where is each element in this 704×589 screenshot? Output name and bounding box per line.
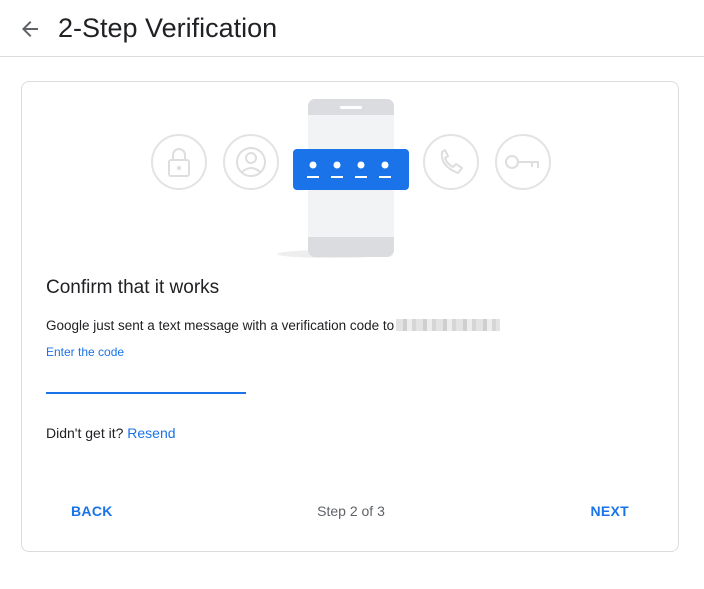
verification-illustration [151, 99, 551, 258]
app-header: 2-Step Verification [0, 0, 704, 57]
description-text: Google just sent a text message with a v… [46, 318, 395, 333]
verification-code-input[interactable] [46, 362, 246, 394]
redacted-phone-number [396, 319, 501, 331]
account-icon [223, 134, 279, 190]
step-indicator: Step 2 of 3 [317, 503, 385, 519]
back-arrow-icon[interactable] [18, 17, 42, 41]
code-pill [293, 149, 409, 190]
card-heading: Confirm that it works [46, 277, 220, 298]
lock-icon [151, 134, 207, 190]
back-button[interactable]: BACK [71, 503, 113, 519]
page-title: 2-Step Verification [58, 13, 278, 43]
verification-card: Confirm that it works Google just sent a… [21, 81, 679, 552]
sms-description: Google just sent a text message with a v… [46, 318, 501, 333]
phone-call-icon [423, 134, 479, 190]
resend-link[interactable]: Resend [127, 425, 175, 441]
resend-row: Didn't get it? Resend [46, 425, 176, 441]
resend-prompt: Didn't get it? [46, 425, 124, 441]
code-field-label: Enter the code [46, 345, 125, 359]
next-button[interactable]: NEXT [590, 503, 629, 519]
key-icon [495, 134, 551, 190]
